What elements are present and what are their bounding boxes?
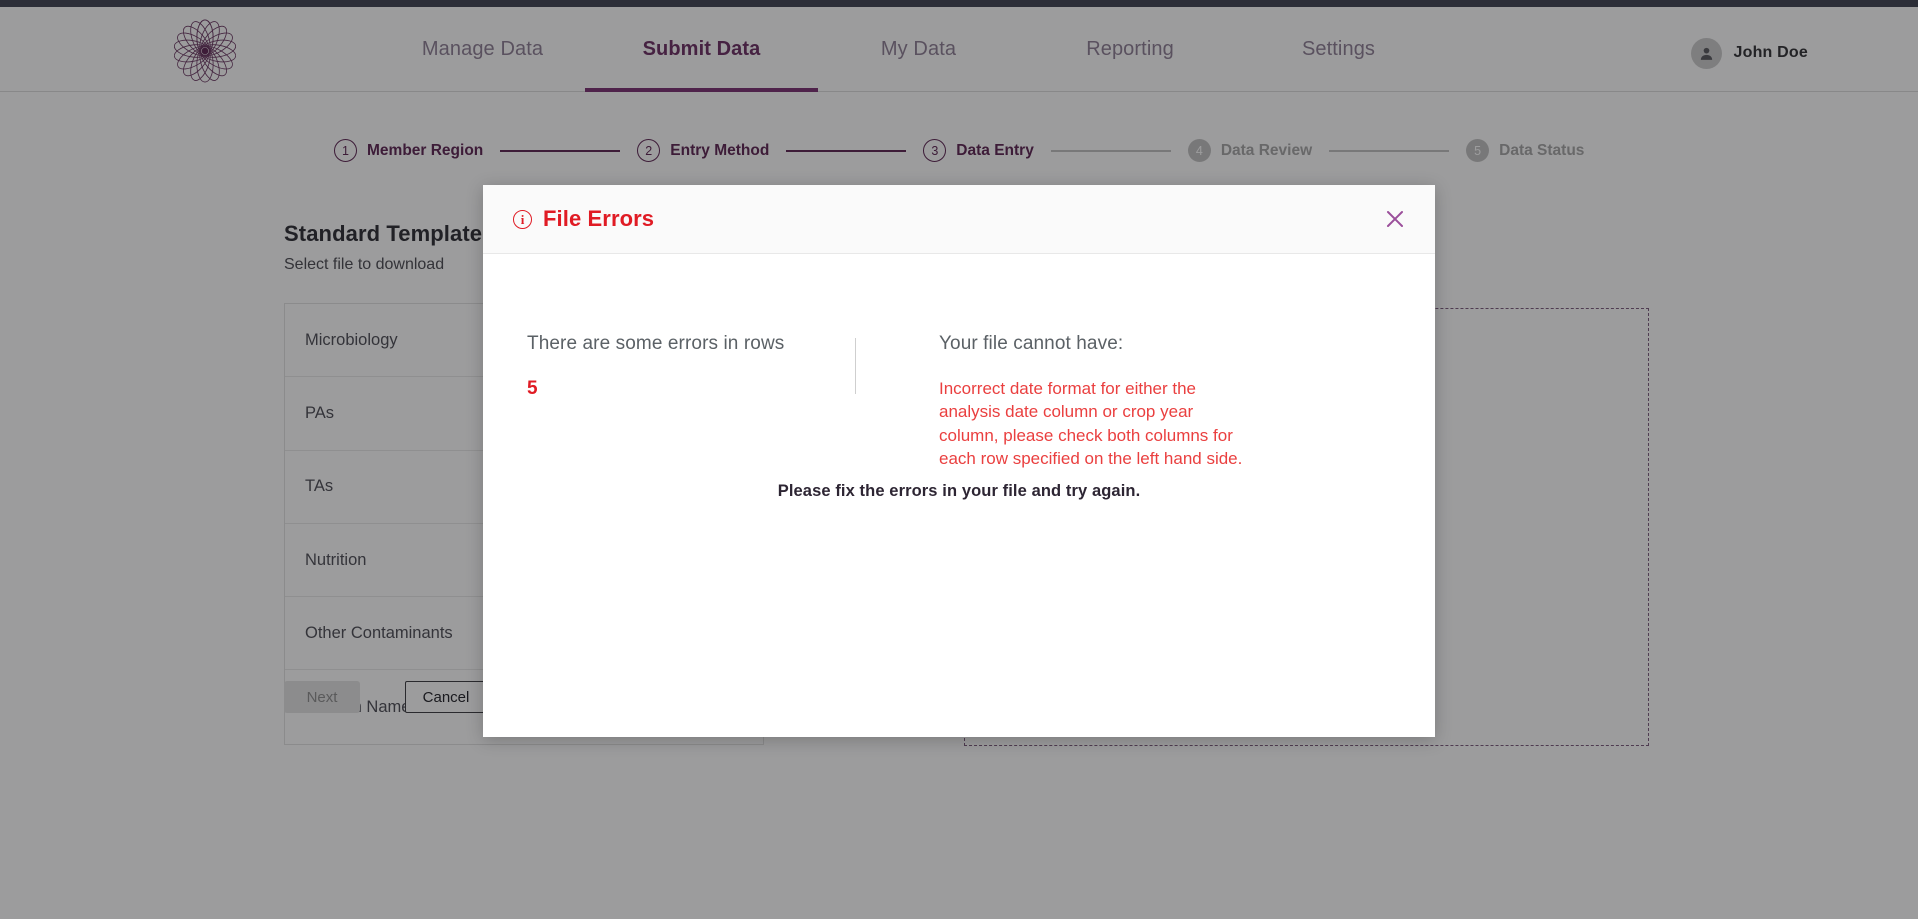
error-reason-message: Incorrect date format for either the ana… xyxy=(939,379,1243,468)
file-errors-modal: i File Errors There are some errors in r… xyxy=(483,185,1435,737)
error-reason-heading: Your file cannot have: xyxy=(939,333,1124,354)
close-icon[interactable] xyxy=(1382,206,1408,232)
modal-title: File Errors xyxy=(543,206,655,231)
modal-header: i File Errors xyxy=(483,185,1435,254)
error-rows-column: There are some errors in rows 5 xyxy=(483,333,855,470)
info-circle-icon: i xyxy=(513,209,532,229)
error-reason-column: Your file cannot have: Incorrect date fo… xyxy=(856,333,1352,470)
error-rows-heading: There are some errors in rows xyxy=(527,333,785,354)
modal-body: There are some errors in rows 5 Your fil… xyxy=(483,254,1435,737)
error-columns: There are some errors in rows 5 Your fil… xyxy=(483,333,1435,470)
modal-title-group: i File Errors xyxy=(513,206,654,232)
error-row-numbers: 5 xyxy=(527,378,538,399)
modal-footnote: Please fix the errors in your file and t… xyxy=(777,482,1141,500)
